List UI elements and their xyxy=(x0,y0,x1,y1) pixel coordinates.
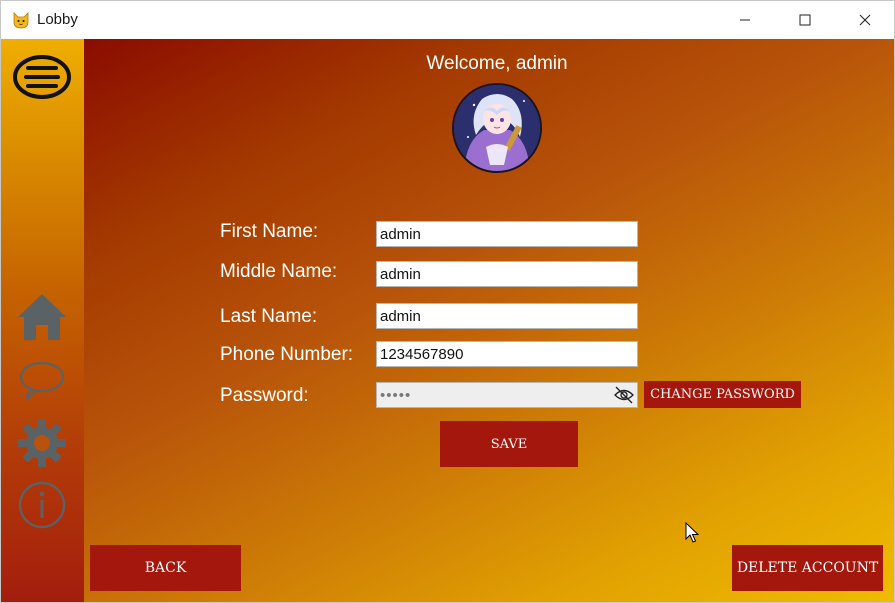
back-button[interactable]: BACK xyxy=(90,545,241,591)
middle-name-label: Middle Name: xyxy=(220,261,338,282)
info-icon[interactable] xyxy=(15,479,69,531)
change-password-button[interactable]: CHANGE PASSWORD xyxy=(644,381,801,408)
first-name-input[interactable]: admin xyxy=(376,221,638,247)
cat-face-icon xyxy=(13,12,29,29)
minimize-button[interactable] xyxy=(716,1,774,39)
mouse-cursor-icon xyxy=(685,522,699,543)
window-title: Lobby xyxy=(37,11,78,28)
close-button[interactable] xyxy=(836,1,894,39)
last-name-label: Last Name: xyxy=(220,306,318,327)
chat-bubble-icon[interactable] xyxy=(15,357,69,409)
last-name-input[interactable]: admin xyxy=(376,303,638,329)
title-bar: Lobby xyxy=(1,1,894,39)
middle-name-input[interactable]: admin xyxy=(376,261,638,287)
gear-icon[interactable] xyxy=(15,417,69,469)
hide-password-icon[interactable] xyxy=(613,385,635,405)
password-mask: ••••• xyxy=(380,387,412,404)
password-label: Password: xyxy=(220,385,309,406)
app-window: Lobby Welcome, admin First Name: admin M… xyxy=(0,0,895,603)
password-input[interactable]: ••••• xyxy=(376,382,638,408)
welcome-heading: Welcome, admin xyxy=(426,53,568,74)
save-button[interactable]: SAVE xyxy=(440,421,578,467)
hamburger-menu-icon[interactable] xyxy=(12,53,72,101)
avatar-image xyxy=(454,85,540,171)
delete-account-button[interactable]: DELETE ACCOUNT xyxy=(732,545,883,591)
first-name-label: First Name: xyxy=(220,221,319,242)
phone-number-label: Phone Number: xyxy=(220,344,354,365)
phone-number-input[interactable]: 1234567890 xyxy=(376,341,638,367)
minimize-icon xyxy=(740,19,750,21)
avatar[interactable] xyxy=(452,83,542,173)
profile-panel: Welcome, admin First Name: admin Middle … xyxy=(84,39,894,602)
home-icon[interactable] xyxy=(15,291,69,343)
close-icon xyxy=(859,14,871,26)
maximize-button[interactable] xyxy=(776,1,834,39)
sidebar xyxy=(1,39,84,602)
maximize-icon xyxy=(799,14,811,26)
